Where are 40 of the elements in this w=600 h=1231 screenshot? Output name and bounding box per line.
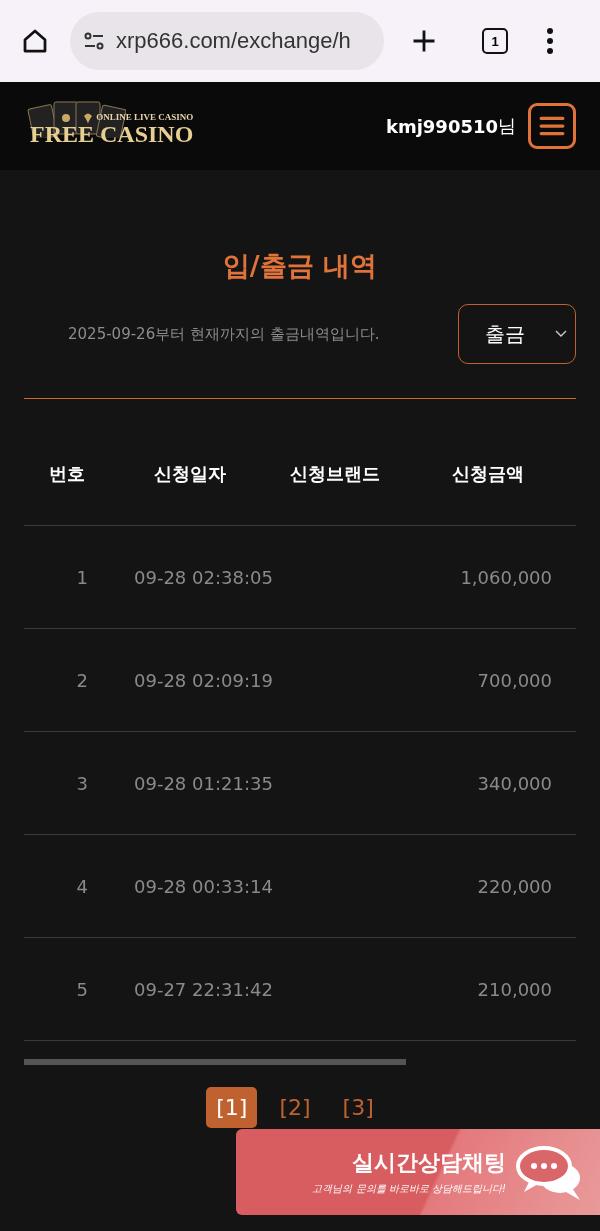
table-cell-text: 5 [75,978,89,1000]
column-header: 신청금액 [451,462,525,486]
type-dropdown[interactable]: 출금 [458,304,576,364]
page-link[interactable]: [1] [206,1087,258,1128]
address-bar[interactable]: xrp666.com/exchange/h [70,12,384,70]
table-cell-text: 340,000 [476,772,553,794]
menu-button[interactable] [528,103,576,149]
page-link[interactable]: [3] [332,1087,384,1128]
chevron-down-icon [555,330,567,338]
more-icon[interactable] [546,27,554,55]
table-cell-text: 1,060,000 [459,566,553,588]
table-cell-text: 220,000 [476,875,553,897]
username: kmj990510 [385,115,498,137]
table-cell-text: 09-28 00:33:14 [133,875,270,897]
menu-icon [539,116,565,136]
column-header: 번호 [48,462,86,486]
table-cell-text: 2 [75,669,89,691]
page-title: 입/출금 내역 [221,249,379,283]
url-text: xrp666.com/exchange/h [116,28,351,54]
table-cell-text: 4 [75,875,89,897]
table-cell-text: 09-28 02:38:05 [133,566,270,588]
table-cell-text: 700,000 [476,669,553,691]
table-cell-text: 09-28 02:09:19 [133,669,270,691]
logo-tagline: ONLINE LIVE CASINO [96,112,194,122]
table-cell-text: 3 [75,772,89,794]
honorific: 님 [498,114,516,138]
table-cell-text: 09-27 22:31:42 [133,978,270,1000]
table-cell-text: 210,000 [476,978,553,1000]
table-cell-text: 1 [75,566,89,588]
scrollbar[interactable] [24,1059,406,1065]
chat-title: 실시간상담채팅 [352,1149,506,1177]
page-link[interactable]: [2] [269,1087,321,1128]
table-cell-text: 09-28 01:21:35 [133,772,270,794]
column-header: 신청브랜드 [289,462,381,486]
logo-name: FREE CASINO [30,122,194,146]
tab-count[interactable]: 1 [482,28,508,54]
column-header: 신청일자 [153,462,227,486]
description-text: 2025-09-26부터 현재까지의 출금내역입니다. [68,324,380,344]
chat-subtitle: 고객님의 문의를 바로바로 상담해드립니다! [312,1182,506,1196]
chat-banner[interactable]: 실시간상담채팅 고객님의 문의를 바로바로 상담해드립니다! [236,1129,600,1215]
